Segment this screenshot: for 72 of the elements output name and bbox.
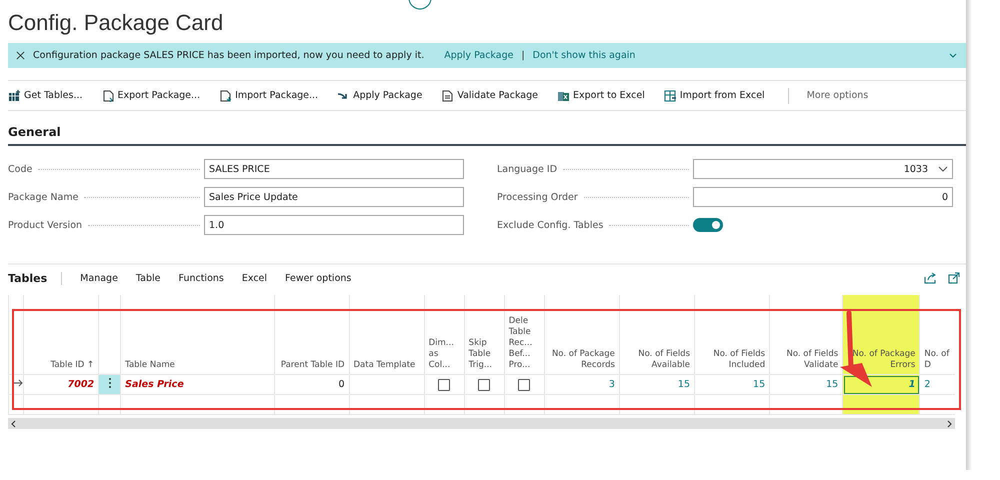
section-heading[interactable]: General xyxy=(8,111,966,146)
checkbox[interactable] xyxy=(518,378,530,390)
link[interactable]: 15 xyxy=(678,379,690,390)
link[interactable]: 15 xyxy=(826,379,838,390)
notification-message: Configuration package SALES PRICE has been imported, now you need to apply it. xyxy=(33,50,424,61)
column-header[interactable]: No. of Fields Validate xyxy=(774,349,838,371)
field-label: Processing Order xyxy=(497,192,578,202)
page-title: Config. Package Card xyxy=(8,9,224,37)
dropdown-field[interactable]: 1033 xyxy=(693,159,953,179)
column-header[interactable]: No. of Fields Included xyxy=(699,349,766,371)
toolbar-button[interactable]: Import from Excel xyxy=(664,90,775,102)
menu-item[interactable]: Excel xyxy=(242,272,268,284)
field-label: Language ID xyxy=(497,164,558,174)
column-header[interactable]: No. of Fields Available xyxy=(624,349,690,371)
field-label: Exclude Config. Tables xyxy=(497,220,604,230)
spreadsheet-icon xyxy=(664,90,676,102)
table-icon xyxy=(8,90,20,102)
table-cell: 7002 xyxy=(68,379,94,390)
link[interactable]: 15 xyxy=(753,379,766,390)
column-header[interactable]: No. of Package Records xyxy=(548,349,615,371)
document-icon xyxy=(441,90,454,102)
menu-item[interactable]: Manage xyxy=(80,272,118,284)
notification-link[interactable]: Don't show this again xyxy=(532,50,636,61)
close-icon[interactable] xyxy=(16,51,25,60)
spreadsheet-icon xyxy=(557,90,569,102)
fewer-options-button[interactable]: Fewer options xyxy=(285,272,352,284)
input-field[interactable]: 1.0 xyxy=(204,215,464,235)
link[interactable]: 1 xyxy=(908,379,916,390)
field-label: Product Version xyxy=(8,220,82,230)
column-header[interactable]: Dele Table Rec... Bef... Pro... xyxy=(508,316,540,371)
menu-item[interactable]: Table xyxy=(136,272,160,284)
focused-cell[interactable]: 1 xyxy=(842,374,920,394)
column-header[interactable]: Dim... as Col... xyxy=(428,338,460,371)
toolbar-button[interactable]: Apply Package xyxy=(337,90,432,102)
toolbar-button[interactable]: Export to Excel xyxy=(557,90,655,102)
link[interactable]: 3 xyxy=(608,379,615,390)
toolbar-button[interactable]: Validate Package xyxy=(441,90,548,102)
menu-item[interactable]: Functions xyxy=(178,272,224,284)
link[interactable]: 2 xyxy=(924,379,930,390)
input-field[interactable]: 0 xyxy=(693,187,953,207)
input-field[interactable]: Sales Price Update xyxy=(204,187,464,207)
notification-link[interactable]: Apply Package xyxy=(444,50,514,61)
table-cell: 0 xyxy=(338,379,344,390)
field-label: Package Name xyxy=(8,192,78,202)
field-label: Code xyxy=(8,164,32,174)
horizontal-scrollbar[interactable] xyxy=(8,418,955,429)
more-icon[interactable] xyxy=(108,377,112,389)
input-field[interactable]: SALES PRICE xyxy=(204,159,464,179)
section-heading: Tables xyxy=(8,272,62,284)
toolbar-button[interactable]: Export Package... xyxy=(102,90,210,102)
chevron-icon[interactable] xyxy=(947,420,953,428)
chevron-icon[interactable] xyxy=(948,50,958,60)
column-header[interactable]: Table ID ↑ xyxy=(28,360,94,371)
checkbox[interactable] xyxy=(438,378,450,390)
chevron-icon[interactable] xyxy=(10,420,16,428)
expand-icon[interactable] xyxy=(948,272,960,284)
toolbar-button[interactable]: Import Package... xyxy=(219,90,328,102)
share-icon[interactable] xyxy=(924,272,936,284)
toggle-switch[interactable] xyxy=(693,218,723,232)
document-icon xyxy=(102,90,114,102)
column-header[interactable]: Skip Table Trig... xyxy=(468,338,500,371)
chevron-icon xyxy=(938,165,948,173)
column-header[interactable]: Parent Table ID xyxy=(279,360,344,371)
column-header[interactable]: Data Template xyxy=(354,360,420,371)
column-header[interactable]: No. of D xyxy=(924,349,951,371)
separator: | xyxy=(521,50,525,61)
table-cell: Sales Price xyxy=(125,379,184,390)
checkbox[interactable] xyxy=(478,378,490,390)
column-header[interactable]: Table Name xyxy=(125,360,270,371)
document-icon xyxy=(219,90,232,102)
more-options-button[interactable]: More options xyxy=(806,90,878,101)
toolbar-button[interactable]: Get Tables... xyxy=(8,90,93,102)
